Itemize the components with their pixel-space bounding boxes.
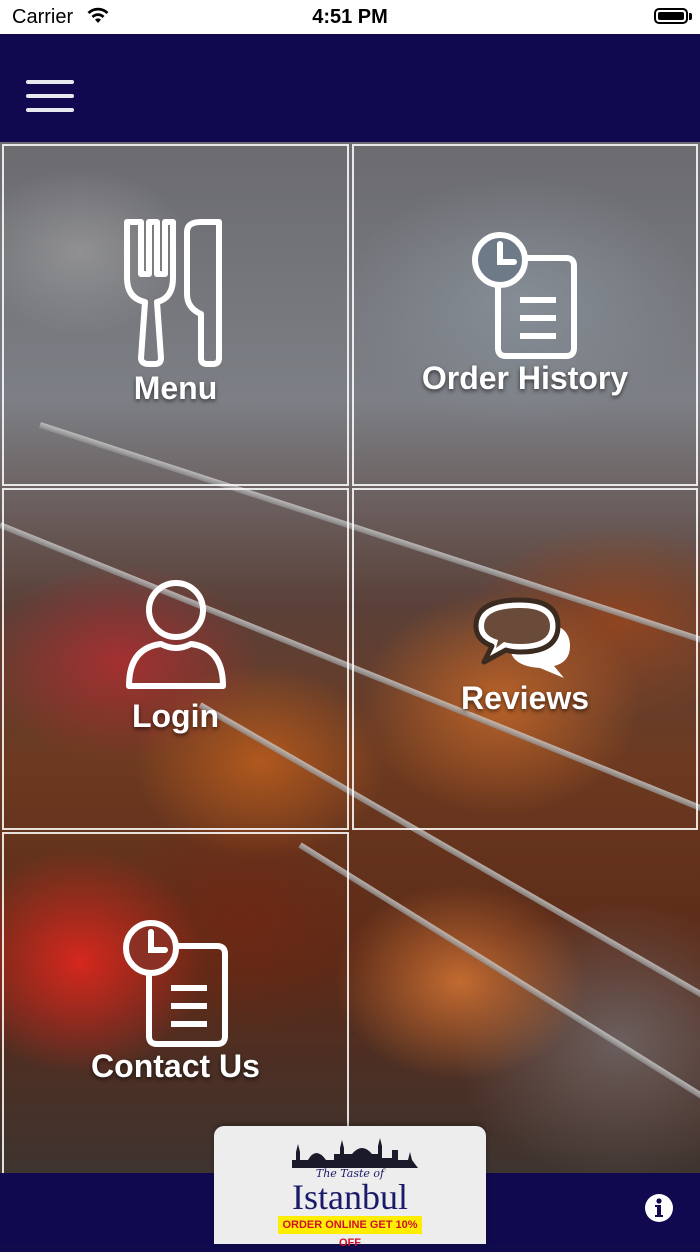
- skyline-logo-icon: [282, 1134, 418, 1170]
- tile-reviews[interactable]: Reviews: [352, 488, 698, 830]
- tile-menu-label: Menu: [4, 370, 347, 407]
- status-bar: Carrier 4:51 PM: [0, 0, 700, 34]
- skewer-decor: [298, 842, 700, 1112]
- tile-contact-us[interactable]: Contact Us: [2, 832, 349, 1173]
- battery-tip: [689, 13, 692, 20]
- promo-badge: ORDER ONLINE GET 10% OFF: [278, 1216, 422, 1234]
- clock-document-icon: [121, 918, 231, 1048]
- fork-knife-icon: [121, 218, 231, 368]
- chat-bubbles-icon: [470, 596, 580, 680]
- tile-login-label: Login: [4, 698, 347, 735]
- info-icon[interactable]: [644, 1193, 674, 1223]
- clock-document-icon: [470, 230, 580, 360]
- istanbul-logo-button[interactable]: The Taste of Istanbul ORDER ONLINE GET 1…: [214, 1126, 486, 1244]
- tile-order-history[interactable]: Order History: [352, 144, 698, 486]
- tile-order-history-label: Order History: [354, 360, 696, 397]
- tile-login[interactable]: Login: [2, 488, 349, 830]
- battery-icon: [654, 8, 688, 24]
- tile-contact-us-label: Contact Us: [4, 1048, 347, 1085]
- clock: 4:51 PM: [0, 6, 700, 29]
- home-grid: Menu Order History Login: [0, 142, 700, 1173]
- tile-reviews-label: Reviews: [354, 680, 696, 717]
- tile-menu[interactable]: Menu: [2, 144, 349, 486]
- logo-title: Istanbul: [214, 1176, 486, 1218]
- nav-bar: [0, 34, 700, 142]
- user-icon: [121, 578, 231, 694]
- hamburger-icon[interactable]: [26, 80, 76, 116]
